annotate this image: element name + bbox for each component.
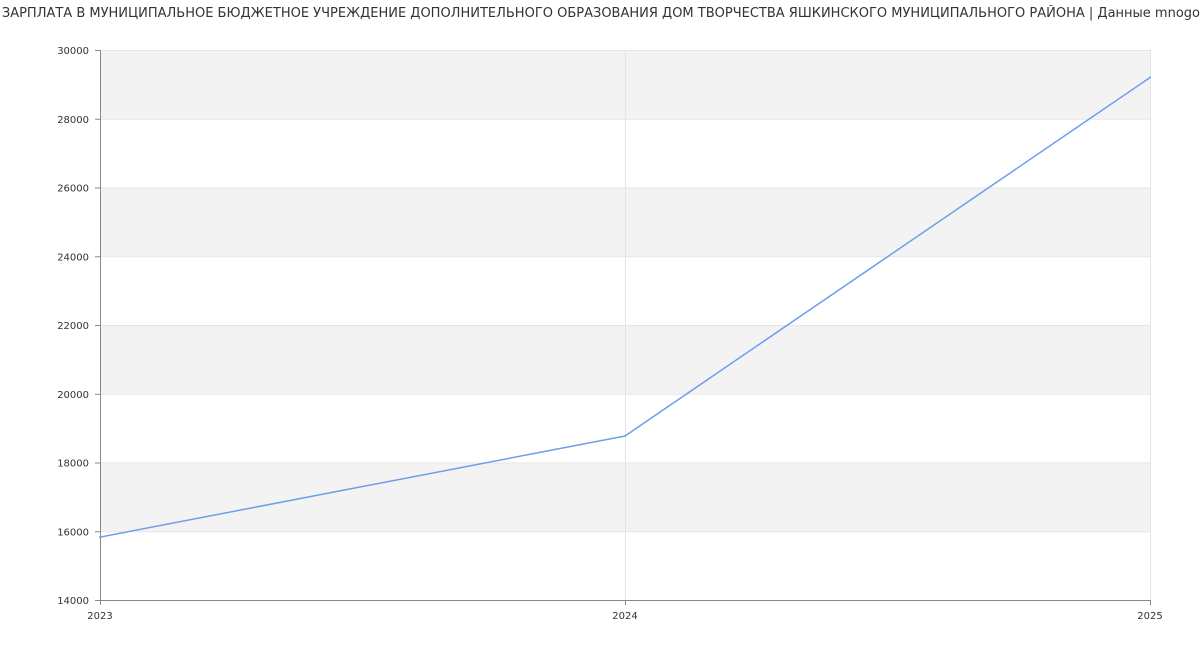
x-tick-label: 2025 bbox=[1137, 611, 1162, 622]
y-tick-label: 14000 bbox=[57, 596, 89, 607]
y-tick-label: 30000 bbox=[57, 46, 89, 57]
y-tick-label: 24000 bbox=[57, 252, 89, 263]
data-point bbox=[1149, 76, 1151, 79]
data-point bbox=[99, 536, 101, 539]
y-tick-label: 18000 bbox=[57, 459, 89, 470]
y-tick-label: 26000 bbox=[57, 184, 89, 195]
y-tick-label: 22000 bbox=[57, 321, 89, 332]
data-point bbox=[624, 435, 626, 438]
x-tick-label: 2023 bbox=[87, 611, 112, 622]
y-tick-label: 20000 bbox=[57, 390, 89, 401]
y-tick-label: 16000 bbox=[57, 527, 89, 538]
y-axis-ticks: 14000 16000 18000 20000 22000 24000 26000 28000… bbox=[57, 46, 100, 607]
line-chart: 14000 16000 18000 20000 22000 24000 26000 28000… bbox=[57, 46, 1163, 622]
x-axis-ticks: 2023 2024 2025 bbox=[87, 600, 1163, 622]
x-tick-label: 2024 bbox=[612, 611, 637, 622]
y-tick-label: 28000 bbox=[57, 115, 89, 126]
